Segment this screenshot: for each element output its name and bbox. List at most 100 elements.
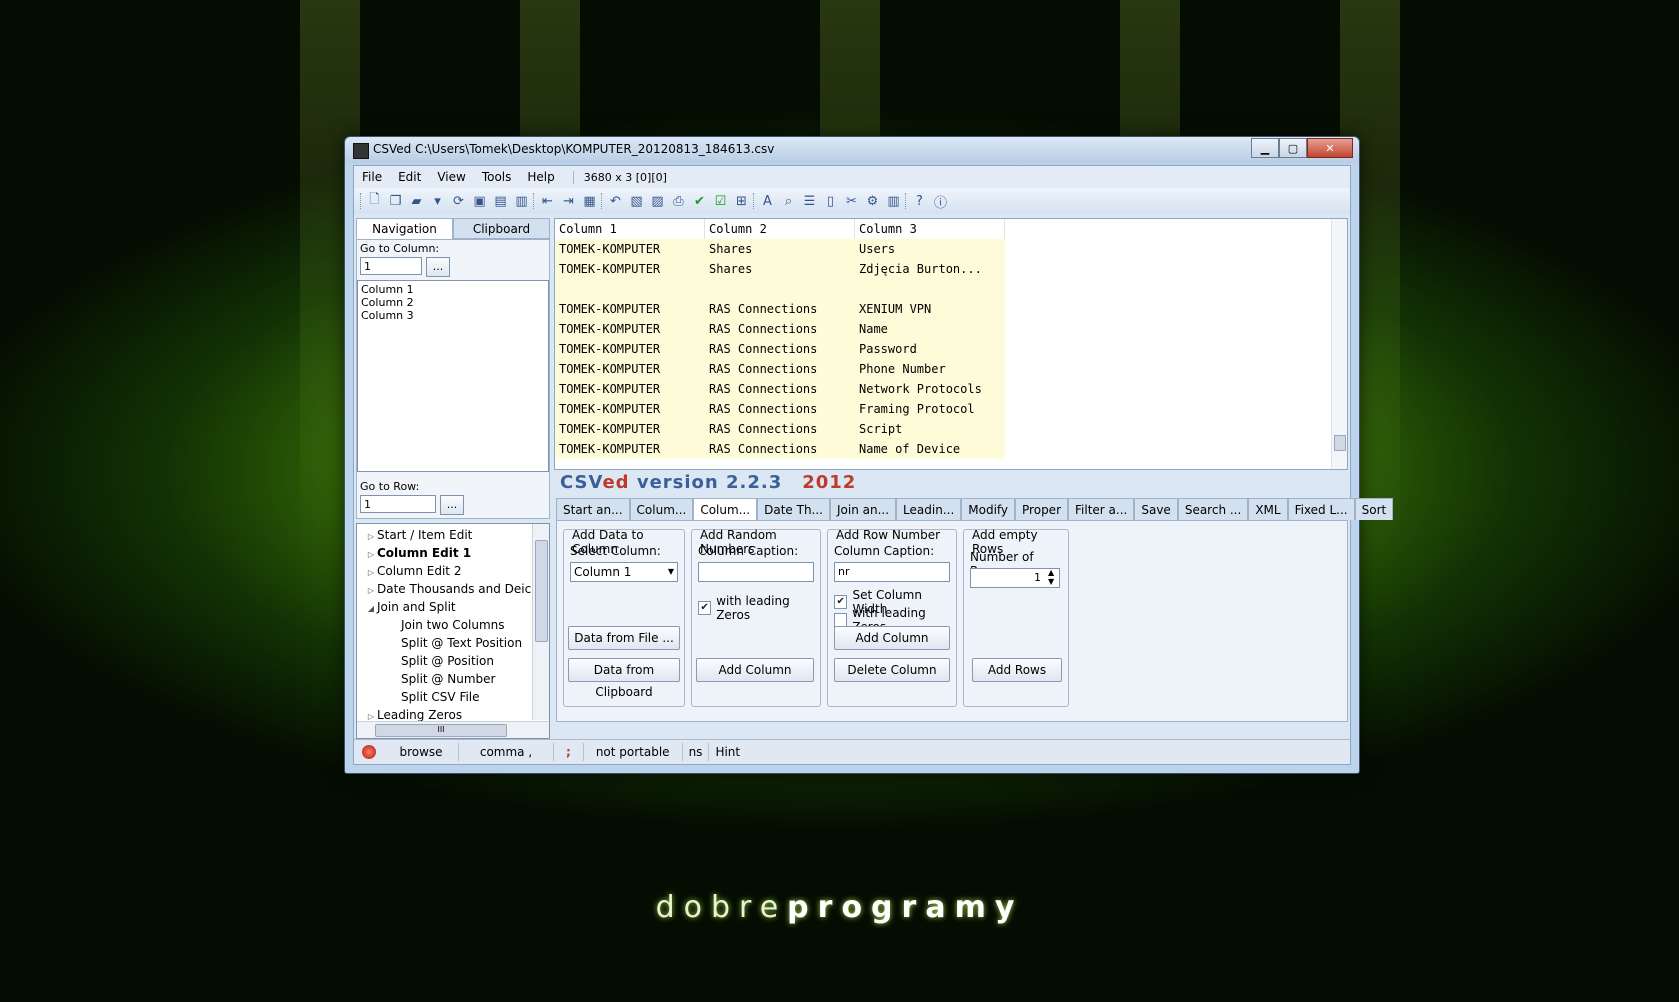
menu-edit[interactable]: Edit: [390, 170, 429, 184]
tree-expander-icon[interactable]: ▷: [365, 528, 377, 544]
grid-settings-icon[interactable]: ⊞: [732, 192, 751, 211]
list-item[interactable]: Column 2: [361, 296, 545, 309]
grid-cell[interactable]: TOMEK-KOMPUTER: [555, 399, 705, 419]
goto-column-input[interactable]: 1: [360, 257, 422, 275]
function-tab[interactable]: Search ...: [1177, 498, 1249, 520]
row-add-column-button[interactable]: Add Column: [834, 626, 950, 650]
list-item[interactable]: Column 1: [361, 283, 545, 296]
undo-icon[interactable]: ↶: [606, 192, 625, 211]
scroll-thumb[interactable]: [535, 540, 548, 642]
tree-node[interactable]: ▷ Start / Item Edit: [365, 526, 549, 544]
titlebar[interactable]: CSVed C:\Users\Tomek\Desktop\KOMPUTER_20…: [345, 137, 1359, 163]
tree-vertical-scrollbar[interactable]: [532, 524, 549, 720]
select-column-combo[interactable]: Column 1 ▼: [570, 562, 678, 582]
grid-cell[interactable]: [855, 279, 1005, 299]
data-grid[interactable]: Column 1 Column 2 Column 3 TOMEK-KOMPUTE…: [554, 218, 1348, 470]
tools-icon[interactable]: ✂: [842, 192, 861, 211]
help-icon[interactable]: ?: [910, 192, 929, 211]
grid-cell[interactable]: TOMEK-KOMPUTER: [555, 299, 705, 319]
minimize-icon[interactable]: ▁: [1251, 138, 1279, 158]
grid-cell[interactable]: [705, 279, 855, 299]
function-tab[interactable]: Sort: [1354, 498, 1394, 520]
table-row[interactable]: TOMEK-KOMPUTER RAS Connections Network Pro…: [555, 379, 1347, 399]
grid-cell[interactable]: TOMEK-KOMPUTER: [555, 359, 705, 379]
tree-expander-icon[interactable]: ▷: [365, 582, 377, 598]
tree-node[interactable]: Split @ Text Position: [365, 634, 549, 652]
function-tab[interactable]: Filter a...: [1068, 498, 1135, 520]
delete-column-button[interactable]: Delete Column: [834, 658, 950, 682]
grid-cell[interactable]: RAS Connections: [705, 439, 855, 459]
grid-cell[interactable]: Network Protocols: [855, 379, 1005, 399]
list-item[interactable]: Column 3: [361, 309, 545, 322]
table-row[interactable]: TOMEK-KOMPUTER RAS Connections XENIUM VPN: [555, 299, 1347, 319]
columns-icon[interactable]: ☰: [800, 192, 819, 211]
table-row[interactable]: TOMEK-KOMPUTER RAS Connections Name of Dev…: [555, 439, 1347, 459]
grid-cell[interactable]: TOMEK-KOMPUTER: [555, 379, 705, 399]
paste-icon[interactable]: ▧: [627, 192, 646, 211]
grid-cell[interactable]: TOMEK-KOMPUTER: [555, 339, 705, 359]
grid-cell[interactable]: TOMEK-KOMPUTER: [555, 239, 705, 259]
grid-cell[interactable]: [555, 279, 705, 299]
table-row[interactable]: TOMEK-KOMPUTER RAS Connections Script: [555, 419, 1347, 439]
menu-help[interactable]: Help: [519, 170, 562, 184]
pdf-icon[interactable]: ▯: [821, 192, 840, 211]
grid-cell[interactable]: Framing Protocol: [855, 399, 1005, 419]
function-tree[interactable]: ▷ Start / Item Edit ▷ Column Edit 1 ▷ Column …: [356, 523, 550, 739]
grid-cell[interactable]: Script: [855, 419, 1005, 439]
function-tab[interactable]: Modify: [961, 498, 1016, 520]
tree-node[interactable]: Split CSV File: [365, 688, 549, 706]
function-tab[interactable]: Colum...: [629, 498, 694, 520]
tree-horizontal-scrollbar[interactable]: III: [357, 721, 549, 738]
dropdown-arrow-icon[interactable]: ▾: [428, 192, 447, 211]
function-tab[interactable]: XML: [1248, 498, 1288, 520]
table-row[interactable]: TOMEK-KOMPUTER RAS Connections Name: [555, 319, 1347, 339]
reload-icon[interactable]: ⟳: [449, 192, 468, 211]
menu-tools[interactable]: Tools: [474, 170, 520, 184]
check-box-icon[interactable]: ☑: [711, 192, 730, 211]
table-icon[interactable]: ▥: [884, 192, 903, 211]
save-as-icon[interactable]: ▤: [491, 192, 510, 211]
grid-cell[interactable]: TOMEK-KOMPUTER: [555, 419, 705, 439]
tree-node[interactable]: ◢ Join and Split: [365, 598, 549, 616]
grid-cell[interactable]: RAS Connections: [705, 399, 855, 419]
grid-cell[interactable]: Phone Number: [855, 359, 1005, 379]
menu-view[interactable]: View: [429, 170, 473, 184]
tree-expander-icon[interactable]: ▷: [365, 546, 377, 562]
grid-cell[interactable]: TOMEK-KOMPUTER: [555, 319, 705, 339]
tree-node[interactable]: Split @ Number: [365, 670, 549, 688]
tab-navigation[interactable]: Navigation: [356, 218, 453, 239]
tree-node[interactable]: ▷ Column Edit 1: [365, 544, 549, 562]
tree-node[interactable]: Join two Columns: [365, 616, 549, 634]
goto-row-input[interactable]: 1: [360, 495, 436, 513]
grid-cell[interactable]: Users: [855, 239, 1005, 259]
random-leading-zeros-checkbox[interactable]: ✔ with leading Zeros: [698, 594, 820, 622]
tree-node[interactable]: ▷ Column Edit 2: [365, 562, 549, 580]
function-tab[interactable]: Fixed L...: [1287, 498, 1355, 520]
tree-node[interactable]: Split @ Position: [365, 652, 549, 670]
table-row[interactable]: TOMEK-KOMPUTER RAS Connections Phone Numbe…: [555, 359, 1347, 379]
grid-cell[interactable]: RAS Connections: [705, 299, 855, 319]
goto-row-button[interactable]: ...: [440, 495, 464, 515]
tree-expander-icon[interactable]: ▷: [365, 564, 377, 580]
column-header[interactable]: Column 3: [855, 219, 1005, 239]
check-icon[interactable]: ✔: [690, 192, 709, 211]
row-number-caption-input[interactable]: nr: [834, 562, 950, 582]
function-tab[interactable]: Proper: [1015, 498, 1069, 520]
import-icon[interactable]: ⇥: [559, 192, 578, 211]
grid-cell[interactable]: Password: [855, 339, 1005, 359]
tab-clipboard[interactable]: Clipboard: [453, 218, 550, 239]
column-header[interactable]: Column 2: [705, 219, 855, 239]
column-header[interactable]: Column 1: [555, 219, 705, 239]
grid-cell[interactable]: Shares: [705, 259, 855, 279]
note-icon[interactable]: ▥: [512, 192, 531, 211]
function-tab[interactable]: Date Th...: [757, 498, 830, 520]
save-icon[interactable]: ▣: [470, 192, 489, 211]
export-icon[interactable]: ⇤: [538, 192, 557, 211]
tree-expander-icon[interactable]: ◢: [365, 600, 377, 616]
random-caption-input[interactable]: [698, 562, 814, 582]
gear-icon[interactable]: ⚙: [863, 192, 882, 211]
data-from-clipboard-button[interactable]: Data from Clipboard: [568, 658, 680, 699]
table-row[interactable]: TOMEK-KOMPUTER RAS Connections Framing Pro…: [555, 399, 1347, 419]
scroll-thumb[interactable]: III: [375, 724, 507, 737]
open-folder-icon[interactable]: ▰: [407, 192, 426, 211]
